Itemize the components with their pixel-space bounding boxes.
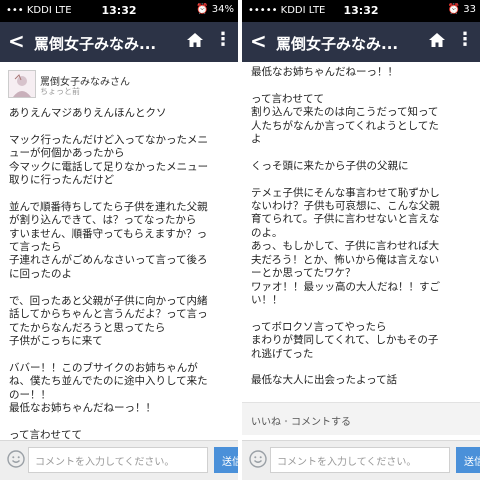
alarm-icon: ⏰ — [447, 4, 461, 15]
status-bar: ••• KDDI LTE 13:32 ⏰ 34% — [0, 0, 238, 22]
send-button[interactable]: 送信 — [456, 447, 480, 473]
comment-bar: コメントを入力してください。 送信 — [242, 440, 480, 480]
home-icon[interactable] — [428, 31, 446, 49]
right-screenshot: ••••• KDDI LTE 13:32 ⏰ 33 < 罵倒女子みなみ... ⋮… — [242, 0, 480, 480]
post-author[interactable]: 罵倒女子みなみさん ちょっと前 — [8, 70, 238, 100]
action-links: いいね・コメントする — [251, 413, 351, 428]
page-title: 罵倒女子みなみ... — [276, 35, 399, 53]
status-bar: ••••• KDDI LTE 13:32 ⏰ 33 — [242, 0, 480, 22]
home-icon[interactable] — [186, 31, 204, 49]
page-title: 罵倒女子みなみ... — [34, 35, 157, 53]
action-bar: いいね・コメントする — [242, 402, 480, 435]
post-body: ありえんマジありえんほんとクソ マック行ったんだけど入ってなかったメニ ューが何… — [9, 107, 209, 440]
comment-bar: コメントを入力してください。 送信 — [0, 440, 238, 480]
nav-bar: < 罵倒女子みなみ... ⋮ — [0, 22, 238, 62]
post-content: 最低なお姉ちゃんだねーっ！！ って言わせてて 割り込んで来たのは向こうだって知っ… — [242, 62, 480, 440]
send-button[interactable]: 送信 — [214, 447, 238, 473]
battery-percent: 34% — [211, 4, 234, 15]
comment-button[interactable]: コメントする — [291, 417, 351, 428]
comment-input[interactable]: コメントを入力してください。 — [270, 447, 450, 473]
more-icon[interactable]: ⋮ — [214, 29, 233, 50]
post-body: 最低なお姉ちゃんだねーっ！！ って言わせてて 割り込んで来たのは向こうだって知っ… — [251, 66, 440, 387]
comment-input[interactable]: コメントを入力してください。 — [28, 447, 208, 473]
smile-icon[interactable] — [7, 450, 25, 468]
clock: 13:32 — [343, 4, 379, 17]
left-screenshot: ••• KDDI LTE 13:32 ⏰ 34% < 罵倒女子みなみ... ⋮ … — [0, 0, 238, 480]
battery-percent: 33 — [463, 4, 476, 15]
back-icon[interactable]: < — [8, 29, 25, 53]
post-content: 罵倒女子みなみさん ちょっと前 ありえんマジありえんほんとクソ マック行ったんだ… — [0, 62, 238, 440]
avatar[interactable] — [8, 70, 36, 98]
alarm-icon: ⏰ — [196, 4, 209, 15]
post-timestamp: ちょっと前 — [40, 87, 80, 96]
action-separator: ・ — [281, 417, 291, 428]
battery-indicator: ⏰ 33 — [448, 4, 476, 15]
battery-indicator: ⏰ 34% — [196, 4, 234, 15]
more-icon[interactable]: ⋮ — [456, 29, 475, 50]
like-button[interactable]: いいね — [251, 417, 281, 428]
back-icon[interactable]: < — [250, 29, 267, 53]
nav-bar: < 罵倒女子みなみ... ⋮ — [242, 22, 480, 62]
smile-icon[interactable] — [249, 450, 267, 468]
